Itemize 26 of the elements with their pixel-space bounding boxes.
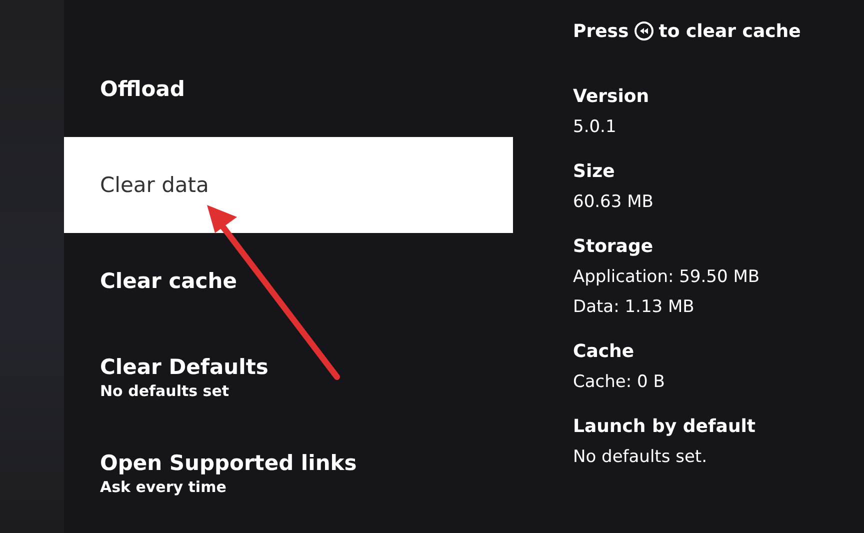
detail-value: 60.63 MB — [573, 191, 654, 214]
menu-item-subtitle: Ask every time — [100, 477, 228, 497]
menu-item[interactable]: Clear cache — [64, 233, 513, 329]
detail-label: Launch by default — [573, 415, 757, 439]
detail-value: Data: 1.13 MB — [573, 296, 696, 319]
detail-label: Storage — [573, 235, 654, 259]
hint-text: to clear cache — [658, 20, 801, 42]
menu-item-subtitle: No defaults set — [100, 381, 230, 401]
detail-label: Size — [573, 160, 616, 184]
rewind-button-icon — [634, 21, 654, 41]
detail-value: Cache: 0 B — [573, 371, 666, 394]
menu-item[interactable]: Open Supported links Ask every time — [64, 425, 513, 521]
detail-value: 5.0.1 — [573, 116, 618, 139]
menu-item-label: Clear data — [100, 172, 210, 199]
menu-item-label: Offload — [100, 76, 186, 103]
detail-value: Application: 59.50 MB — [573, 266, 761, 289]
menu-item[interactable]: Clear data — [64, 137, 513, 233]
menu-item-label: Open Supported links — [100, 450, 358, 477]
detail-value: No defaults set. — [573, 446, 708, 469]
menu-item-label: Clear cache — [100, 268, 238, 295]
menu-item[interactable]: Offload — [64, 41, 513, 137]
menu-item[interactable]: Clear Defaults No defaults set — [64, 329, 513, 425]
detail-label: Cache — [573, 340, 636, 364]
detail-label: Version — [573, 85, 650, 109]
menu-item-label: Clear Defaults — [100, 354, 270, 381]
hint-text: Press — [573, 20, 629, 42]
